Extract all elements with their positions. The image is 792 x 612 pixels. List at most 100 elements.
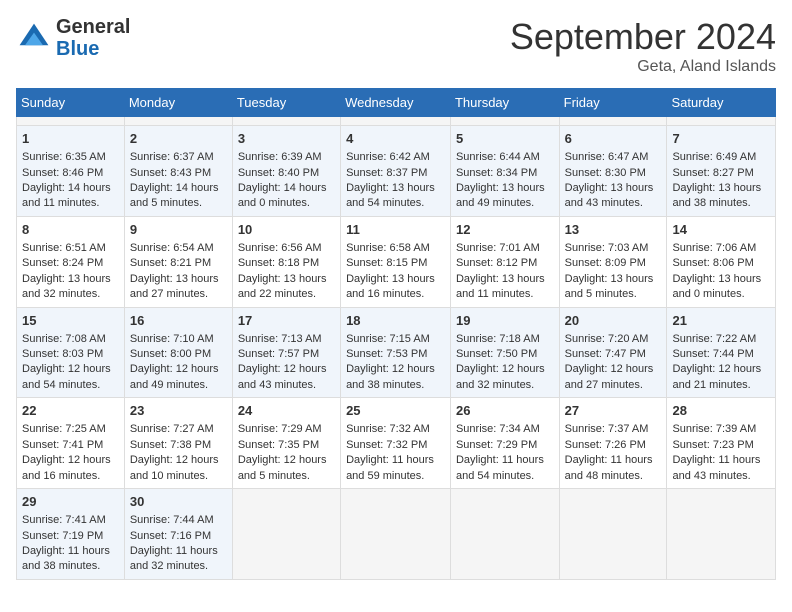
day-info: Daylight: 13 hours [672,272,770,287]
day-number: 20 [565,312,662,330]
day-info: and 32 minutes. [22,287,119,302]
day-number: 26 [456,402,554,420]
col-thursday: Thursday [450,89,559,117]
day-info: Sunrise: 7:15 AM [346,332,445,347]
day-info: and 43 minutes. [672,469,770,484]
day-info: Sunset: 7:16 PM [130,529,227,544]
day-info: and 54 minutes. [22,378,119,393]
day-info: Sunset: 8:21 PM [130,256,227,271]
table-row: 6Sunrise: 6:47 AMSunset: 8:30 PMDaylight… [559,126,667,217]
day-info: Daylight: 11 hours [565,453,662,468]
table-row: 23Sunrise: 7:27 AMSunset: 7:38 PMDayligh… [124,398,232,489]
day-info: and 0 minutes. [238,196,335,211]
table-row: 27Sunrise: 7:37 AMSunset: 7:26 PMDayligh… [559,398,667,489]
day-info: Sunset: 8:43 PM [130,166,227,181]
logo-blue-text: Blue [56,38,99,60]
col-tuesday: Tuesday [232,89,340,117]
table-row [124,117,232,126]
day-info: Daylight: 12 hours [130,362,227,377]
day-info: Daylight: 11 hours [130,544,227,559]
day-info: Sunrise: 7:32 AM [346,422,445,437]
day-info: Daylight: 11 hours [672,453,770,468]
day-info: Sunrise: 6:56 AM [238,241,335,256]
day-info: Sunrise: 7:44 AM [130,513,227,528]
col-friday: Friday [559,89,667,117]
day-info: Sunset: 7:32 PM [346,438,445,453]
day-info: Sunrise: 7:27 AM [130,422,227,437]
day-info: Sunset: 8:15 PM [346,256,445,271]
table-row: 13Sunrise: 7:03 AMSunset: 8:09 PMDayligh… [559,216,667,307]
table-row: 18Sunrise: 7:15 AMSunset: 7:53 PMDayligh… [341,307,451,398]
day-info: and 22 minutes. [238,287,335,302]
day-info: Daylight: 13 hours [130,272,227,287]
day-number: 12 [456,221,554,239]
day-number: 15 [22,312,119,330]
day-info: Sunrise: 7:41 AM [22,513,119,528]
calendar-week-row: 15Sunrise: 7:08 AMSunset: 8:03 PMDayligh… [17,307,776,398]
day-info: Sunrise: 7:25 AM [22,422,119,437]
day-number: 2 [130,130,227,148]
day-info: Daylight: 12 hours [238,362,335,377]
day-info: Sunset: 8:00 PM [130,347,227,362]
day-info: and 21 minutes. [672,378,770,393]
table-row: 1Sunrise: 6:35 AMSunset: 8:46 PMDaylight… [17,126,125,217]
calendar-week-row [17,117,776,126]
table-row: 16Sunrise: 7:10 AMSunset: 8:00 PMDayligh… [124,307,232,398]
table-row: 25Sunrise: 7:32 AMSunset: 7:32 PMDayligh… [341,398,451,489]
day-info: Sunrise: 6:58 AM [346,241,445,256]
day-info: Sunrise: 7:37 AM [565,422,662,437]
day-info: Sunrise: 7:22 AM [672,332,770,347]
day-info: Sunset: 8:30 PM [565,166,662,181]
day-number: 1 [22,130,119,148]
day-info: Sunrise: 6:49 AM [672,150,770,165]
month-title: September 2024 [510,16,776,58]
col-sunday: Sunday [17,89,125,117]
day-info: Daylight: 11 hours [22,544,119,559]
table-row: 9Sunrise: 6:54 AMSunset: 8:21 PMDaylight… [124,216,232,307]
day-number: 10 [238,221,335,239]
day-info: and 5 minutes. [238,469,335,484]
day-number: 6 [565,130,662,148]
day-info: Daylight: 13 hours [672,181,770,196]
calendar-table: Sunday Monday Tuesday Wednesday Thursday… [16,88,776,580]
day-info: Sunrise: 7:08 AM [22,332,119,347]
table-row: 5Sunrise: 6:44 AMSunset: 8:34 PMDaylight… [450,126,559,217]
day-info: Daylight: 12 hours [238,453,335,468]
table-row: 26Sunrise: 7:34 AMSunset: 7:29 PMDayligh… [450,398,559,489]
day-number: 22 [22,402,119,420]
day-number: 23 [130,402,227,420]
day-info: Sunrise: 7:29 AM [238,422,335,437]
day-info: Daylight: 14 hours [130,181,227,196]
table-row: 2Sunrise: 6:37 AMSunset: 8:43 PMDaylight… [124,126,232,217]
day-info: Sunset: 7:53 PM [346,347,445,362]
day-info: Daylight: 12 hours [672,362,770,377]
day-info: Daylight: 13 hours [565,181,662,196]
table-row: 21Sunrise: 7:22 AMSunset: 7:44 PMDayligh… [667,307,776,398]
table-row: 30Sunrise: 7:44 AMSunset: 7:16 PMDayligh… [124,489,232,580]
day-info: Daylight: 11 hours [456,453,554,468]
day-info: Sunset: 8:34 PM [456,166,554,181]
day-info: and 59 minutes. [346,469,445,484]
day-info: and 38 minutes. [22,559,119,574]
table-row [232,489,340,580]
day-info: Daylight: 13 hours [346,181,445,196]
day-info: Daylight: 12 hours [22,453,119,468]
day-number: 14 [672,221,770,239]
day-info: Sunrise: 7:13 AM [238,332,335,347]
calendar-week-row: 22Sunrise: 7:25 AMSunset: 7:41 PMDayligh… [17,398,776,489]
table-row: 28Sunrise: 7:39 AMSunset: 7:23 PMDayligh… [667,398,776,489]
day-number: 21 [672,312,770,330]
day-info: and 32 minutes. [456,378,554,393]
logo-general-text: General [56,16,130,38]
day-info: Sunrise: 7:34 AM [456,422,554,437]
table-row: 17Sunrise: 7:13 AMSunset: 7:57 PMDayligh… [232,307,340,398]
day-info: Sunrise: 7:03 AM [565,241,662,256]
day-number: 8 [22,221,119,239]
logo-icon [16,20,52,56]
day-number: 24 [238,402,335,420]
day-info: Daylight: 12 hours [130,453,227,468]
calendar-header-row: Sunday Monday Tuesday Wednesday Thursday… [17,89,776,117]
day-info: Sunrise: 6:54 AM [130,241,227,256]
day-info: Sunset: 8:37 PM [346,166,445,181]
day-info: Sunrise: 6:44 AM [456,150,554,165]
